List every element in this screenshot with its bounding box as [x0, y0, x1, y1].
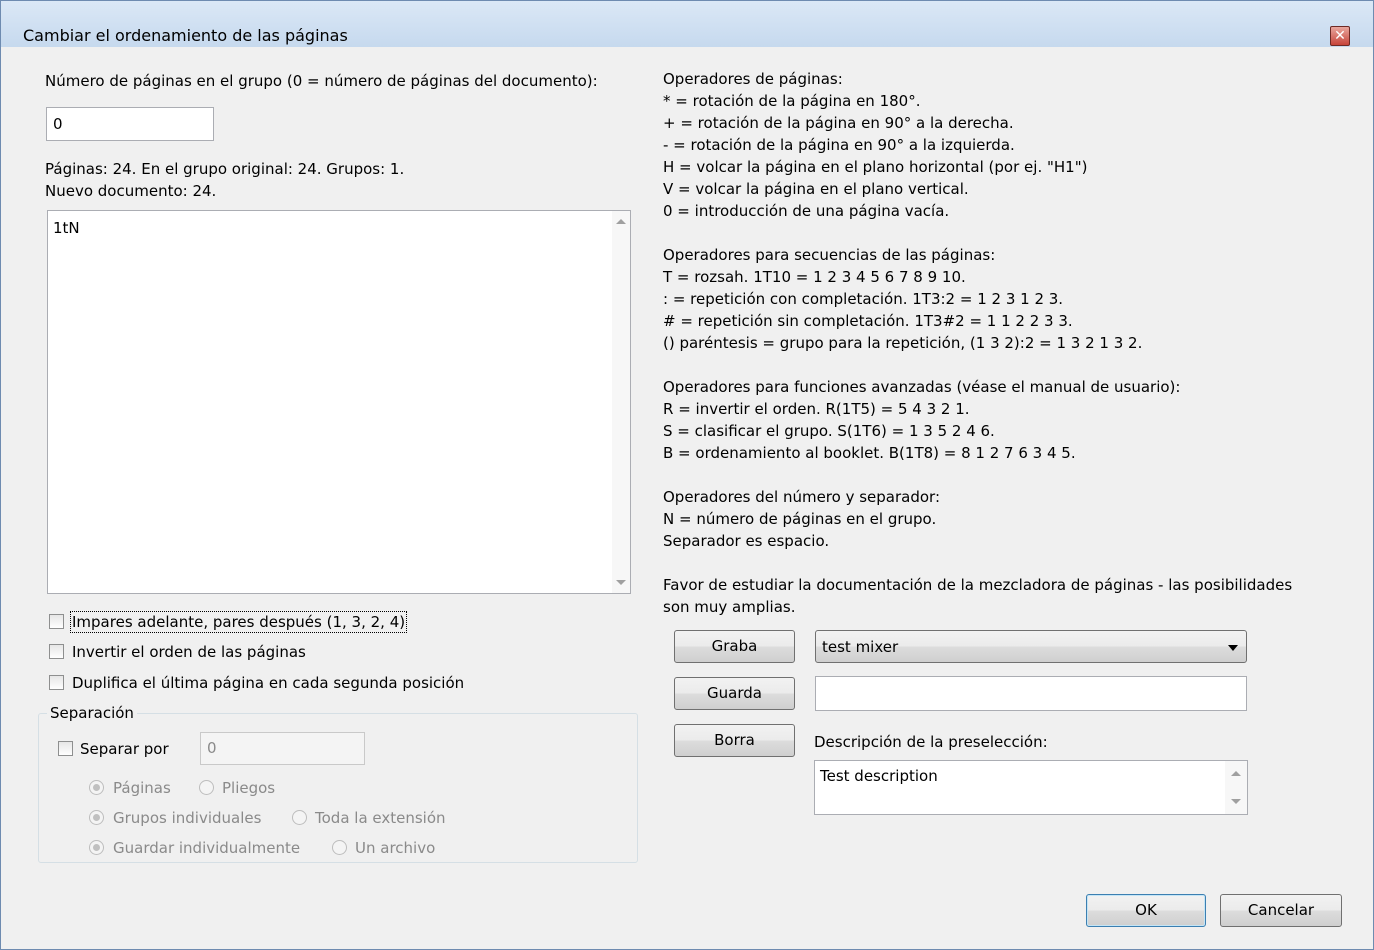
dialog-title: Cambiar el ordenamiento de las páginas [23, 26, 348, 45]
radio-one-file[interactable] [332, 840, 347, 855]
radio-save-individually-label[interactable]: Guardar individualmente [113, 839, 300, 857]
help-line: + = rotación de la página en 90° a la de… [663, 114, 1014, 132]
help-line: Operadores del número y separador: [663, 488, 941, 506]
group-count-value: 0 [53, 115, 63, 133]
duplicate-last-checkbox[interactable] [49, 675, 64, 690]
radio-individual-groups-label[interactable]: Grupos individuales [113, 809, 261, 827]
formula-scrollbar[interactable] [612, 211, 630, 593]
scroll-down-icon[interactable] [616, 580, 626, 585]
help-line: N = número de páginas en el grupo. [663, 510, 937, 528]
scroll-down-icon[interactable] [1231, 799, 1241, 804]
separate-by-input[interactable]: 0 [200, 732, 365, 765]
help-line: * = rotación de la página en 180°. [663, 92, 921, 110]
stats-line-2: Nuevo documento: 24. [45, 182, 217, 200]
help-line: # = repetición sin completación. 1T3#2 =… [663, 312, 1073, 330]
save-preset-button[interactable]: Graba [674, 630, 795, 663]
help-line: B = ordenamiento al booklet. B(1T8) = 8 … [663, 444, 1076, 462]
reverse-order-checkbox[interactable] [49, 644, 64, 659]
cancel-button[interactable]: Cancelar [1220, 894, 1342, 927]
help-line: 0 = introducción de una página vacía. [663, 202, 950, 220]
help-line: V = volcar la página en el plano vertica… [663, 180, 969, 198]
scroll-up-icon[interactable] [616, 219, 626, 224]
help-line: Separador es espacio. [663, 532, 830, 550]
dialog-client-area: Número de páginas en el grupo (0 = númer… [9, 47, 1357, 941]
description-scrollbar[interactable] [1225, 761, 1247, 814]
help-line: - = rotación de la página en 90° a la iz… [663, 136, 1015, 154]
help-line: T = rozsah. 1T10 = 1 2 3 4 5 6 7 8 9 10. [663, 268, 966, 286]
dialog-window: Cambiar el ordenamiento de las páginas ✕… [0, 0, 1374, 950]
close-button[interactable]: ✕ [1330, 26, 1350, 46]
group-count-input[interactable]: 0 [46, 107, 214, 141]
preset-description-textarea[interactable]: Test description [814, 760, 1248, 815]
help-line: son muy amplias. [663, 598, 796, 616]
preset-name-input[interactable] [815, 676, 1247, 711]
separation-title: Separación [47, 704, 137, 722]
scroll-up-icon[interactable] [1231, 771, 1241, 776]
help-line: () paréntesis = grupo para la repetición… [663, 334, 1143, 352]
group-count-label: Número de páginas en el grupo (0 = númer… [45, 72, 598, 90]
help-line: Favor de estudiar la documentación de la… [663, 576, 1293, 594]
odd-even-checkbox[interactable] [49, 614, 64, 629]
separate-by-value: 0 [207, 739, 217, 757]
title-bar[interactable]: Cambiar el ordenamiento de las páginas ✕ [1, 1, 1373, 47]
radio-save-individually[interactable] [89, 840, 104, 855]
preset-select[interactable]: test mixer [815, 630, 1247, 663]
store-preset-button[interactable]: Guarda [674, 677, 795, 710]
ok-button[interactable]: OK [1086, 894, 1206, 927]
formula-value: 1tN [53, 219, 80, 237]
formula-textarea[interactable]: 1tN [47, 210, 631, 594]
radio-whole-range-label[interactable]: Toda la extensión [315, 809, 446, 827]
help-line: Operadores para funciones avanzadas (véa… [663, 378, 1181, 396]
delete-preset-button[interactable]: Borra [674, 724, 795, 757]
preset-description-value: Test description [820, 767, 938, 785]
help-line: S = clasificar el grupo. S(1T6) = 1 3 5 … [663, 422, 995, 440]
help-line: R = invertir el orden. R(1T5) = 5 4 3 2 … [663, 400, 970, 418]
radio-sheets-label[interactable]: Pliegos [222, 779, 275, 797]
odd-even-label[interactable]: Impares adelante, pares después (1, 3, 2… [69, 611, 408, 633]
help-line: Operadores de páginas: [663, 70, 843, 88]
preset-description-label: Descripción de la preselección: [814, 733, 1048, 751]
duplicate-last-label[interactable]: Duplifica el última página en cada segun… [72, 674, 464, 692]
separate-by-checkbox[interactable] [58, 741, 73, 756]
radio-pages[interactable] [89, 780, 104, 795]
stats-line-1: Páginas: 24. En el grupo original: 24. G… [45, 160, 405, 178]
radio-individual-groups[interactable] [89, 810, 104, 825]
radio-whole-range[interactable] [292, 810, 307, 825]
radio-one-file-label[interactable]: Un archivo [355, 839, 435, 857]
reverse-order-label[interactable]: Invertir el orden de las páginas [72, 643, 306, 661]
chevron-down-icon[interactable] [1228, 645, 1238, 651]
help-line: H = volcar la página en el plano horizon… [663, 158, 1088, 176]
help-line: : = repetición con completación. 1T3:2 =… [663, 290, 1064, 308]
radio-sheets[interactable] [199, 780, 214, 795]
preset-select-value: test mixer [822, 638, 899, 656]
separate-by-label[interactable]: Separar por [80, 740, 169, 758]
help-line: Operadores para secuencias de las página… [663, 246, 996, 264]
radio-pages-label[interactable]: Páginas [113, 779, 171, 797]
